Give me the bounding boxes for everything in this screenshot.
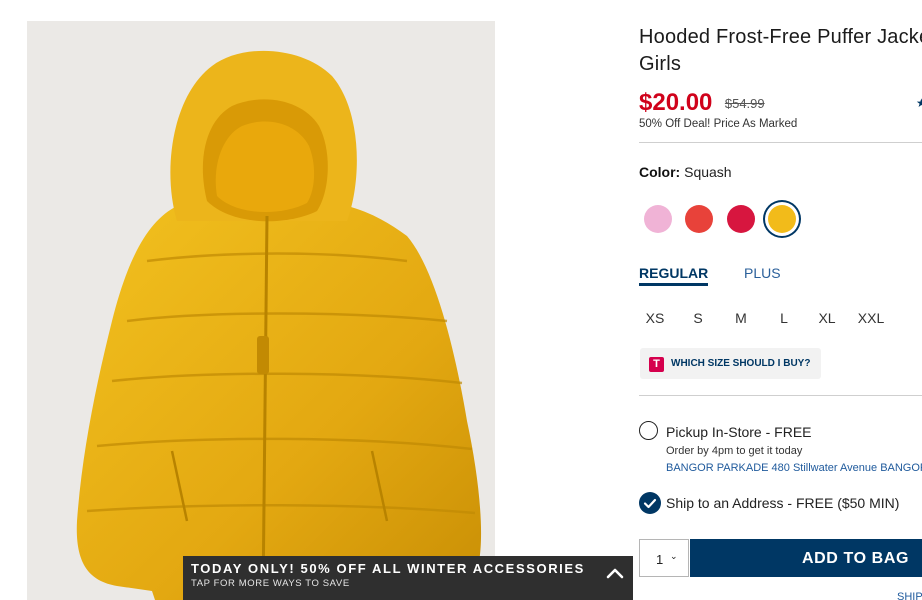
deal-text: 50% Off Deal! Price As Marked [639,118,798,130]
product-title-line2: Girls [639,53,682,75]
checkmark-icon [643,498,657,509]
size-xxl[interactable]: XXL [855,310,887,326]
promo-subtitle: TAP FOR MORE WAYS TO SAVE [191,578,350,589]
pickup-cutoff-text: Order by 4pm to get it today [666,445,803,457]
store-location-link[interactable]: BANGOR PARKADE 480 Stillwater Avenue BAN… [666,462,922,474]
size-xs[interactable]: XS [639,310,671,326]
size-help-logo-icon: T [649,357,664,372]
ship-link[interactable]: SHIP [897,591,922,600]
promo-title: TODAY ONLY! 50% OFF ALL WINTER ACCESSORI… [191,561,585,576]
size-s[interactable]: S [682,310,714,326]
divider [639,395,922,396]
pickup-label: Pickup In-Store - FREE [666,424,812,440]
product-info-panel: Hooded Frost-Free Puffer Jacket for Girl… [639,0,922,600]
ship-label: Ship to an Address - FREE ($50 MIN) [666,495,900,511]
color-label-prefix: Color: [639,164,681,180]
quantity-value: 1 [656,552,664,567]
sale-price: $20.00 [639,89,713,116]
size-xl[interactable]: XL [811,310,843,326]
size-m[interactable]: M [725,310,757,326]
selected-color-name: Squash [684,164,732,180]
promo-banner[interactable]: TODAY ONLY! 50% OFF ALL WINTER ACCESSORI… [183,556,633,600]
chevron-down-icon: ⌄ [670,551,678,561]
product-image[interactable] [27,21,495,600]
price-row: $20.00 $54.99 [639,89,922,117]
color-swatch-pink[interactable] [644,205,672,233]
size-help-label: WHICH SIZE SHOULD I BUY? [671,358,811,369]
product-title-line1: Hooded Frost-Free Puffer Jacket for [639,26,922,48]
jacket-illustration [27,21,495,600]
original-price: $54.99 [724,96,765,111]
quantity-select[interactable]: 1 ⌄ [639,539,689,577]
product-title: Hooded Frost-Free Puffer Jacket for Girl… [639,24,922,78]
star-icon[interactable]: ★ [916,96,922,110]
pickup-radio[interactable] [639,421,658,440]
color-swatch-red[interactable] [685,205,713,233]
add-to-bag-label: ADD TO BAG [802,550,910,567]
color-swatch-crimson[interactable] [727,205,755,233]
chevron-up-icon[interactable] [605,566,625,585]
tab-plus[interactable]: PLUS [744,265,781,281]
size-help-button[interactable]: T WHICH SIZE SHOULD I BUY? [640,348,821,379]
ship-radio-checked[interactable] [639,492,661,514]
color-label: Color: Squash [639,164,732,180]
divider [639,142,922,143]
size-l[interactable]: L [768,310,800,326]
add-to-bag-button[interactable]: ADD TO BAG [690,539,922,577]
color-swatch-squash[interactable] [768,205,796,233]
tab-regular[interactable]: REGULAR [639,265,709,286]
